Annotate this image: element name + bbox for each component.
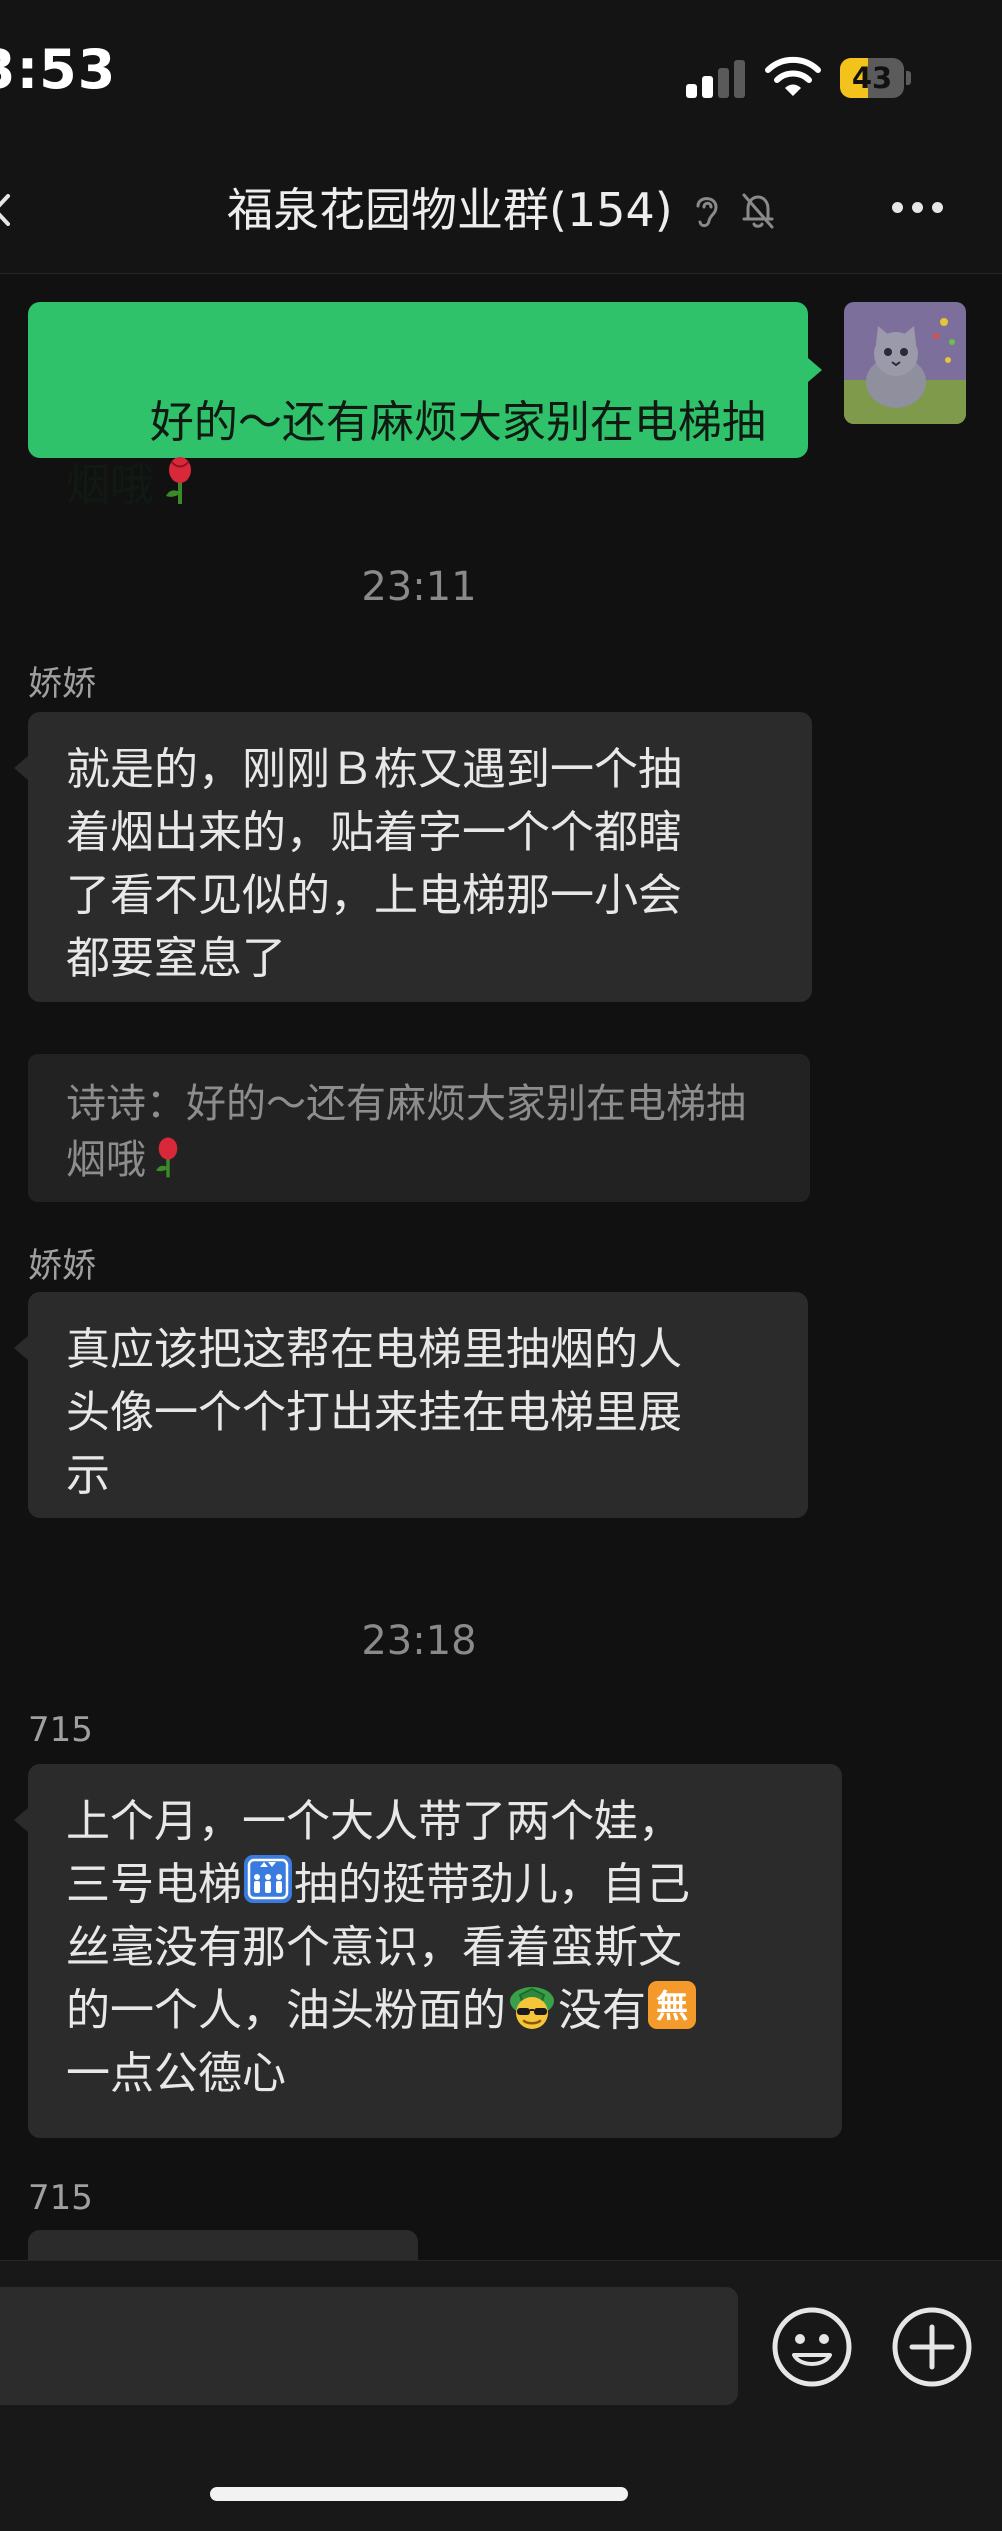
- sender-name: 娇娇: [28, 1246, 96, 1286]
- bubble-tail: [808, 358, 822, 382]
- message-line: 丝毫没有那个意识，看着蛮斯文: [66, 1922, 682, 1973]
- battery-icon: 43: [840, 58, 912, 98]
- turtle-emoji-icon: [510, 1987, 554, 2029]
- message-bubble[interactable]: 真应该把这帮在电梯里抽烟的人 头像一个个打出来挂在电梯里展 示: [28, 1292, 808, 1518]
- status-time: 3:53: [0, 38, 117, 101]
- home-indicator[interactable]: [210, 2487, 628, 2501]
- sender-name: 娇娇: [28, 664, 96, 704]
- ear-icon: [696, 197, 718, 228]
- status-bar: 3:53 43: [0, 0, 1002, 150]
- message-line: 抽的挺带劲儿，自己: [294, 1859, 690, 1910]
- battery-level: 43: [851, 61, 893, 95]
- mute-bell-icon: [742, 193, 774, 229]
- message-line: 三号电梯: [66, 1859, 242, 1910]
- message-bubble[interactable]: [28, 2230, 418, 2260]
- sender-name: 715: [28, 1710, 93, 1750]
- more-icon[interactable]: [886, 198, 950, 218]
- message-bubble[interactable]: 就是的，刚刚Ｂ栋又遇到一个抽 着烟出来的，贴着字一个个都瞎 了看不见似的，上电梯…: [28, 712, 812, 1002]
- input-bar: [0, 2260, 1002, 2531]
- mu-sign-icon: 無: [648, 1981, 696, 2029]
- message-line: 的一个人，油头粉面的: [66, 1985, 506, 2036]
- avatar[interactable]: [844, 302, 966, 424]
- rose-icon: [166, 457, 191, 504]
- bubble-tail: [14, 1336, 28, 1360]
- signal-icon: [686, 58, 746, 98]
- message-line: 没有: [558, 1985, 646, 2036]
- timestamp: 23:11: [361, 564, 477, 610]
- message-bubble[interactable]: 上个月，一个大人带了两个娃， 三号电梯 抽的挺带劲儿，自己丝毫没有那个意识，看着蛮…: [28, 1764, 842, 2138]
- bubble-tail: [14, 1808, 28, 1832]
- message-list[interactable]: 好的～还有麻烦大家别在电梯抽 烟哦 23:11 娇娇 就是的，刚刚Ｂ栋又遇到一个…: [0, 274, 1002, 2260]
- wifi-icon: [765, 56, 821, 96]
- chat-title-area[interactable]: 福泉花园物业群(154): [0, 180, 1002, 240]
- sender-name: 715: [28, 2178, 93, 2218]
- bubble-tail: [14, 756, 28, 780]
- chat-screen: 3:53 43 福泉花园物业群(154): [0, 0, 1002, 2531]
- quoted-message[interactable]: 诗诗：好的～还有麻烦大家别在电梯抽 烟哦: [28, 1054, 810, 1202]
- emoji-icon[interactable]: [770, 2305, 854, 2389]
- message-line: 上个月，一个大人带了两个娃，: [66, 1796, 682, 1847]
- my-message-bubble[interactable]: 好的～还有麻烦大家别在电梯抽 烟哦: [28, 302, 808, 511]
- chat-header: 福泉花园物业群(154): [0, 150, 1002, 274]
- elevator-icon: [244, 1855, 292, 1903]
- chat-title: 福泉花园物业群(154): [227, 183, 673, 237]
- rose-icon: [156, 1137, 178, 1178]
- message-line: 一点公德心: [66, 2048, 286, 2099]
- plus-icon[interactable]: [890, 2305, 974, 2389]
- message-input[interactable]: [0, 2287, 738, 2405]
- timestamp: 23:18: [361, 1618, 477, 1664]
- mu-sign-text: 無: [656, 1987, 688, 2025]
